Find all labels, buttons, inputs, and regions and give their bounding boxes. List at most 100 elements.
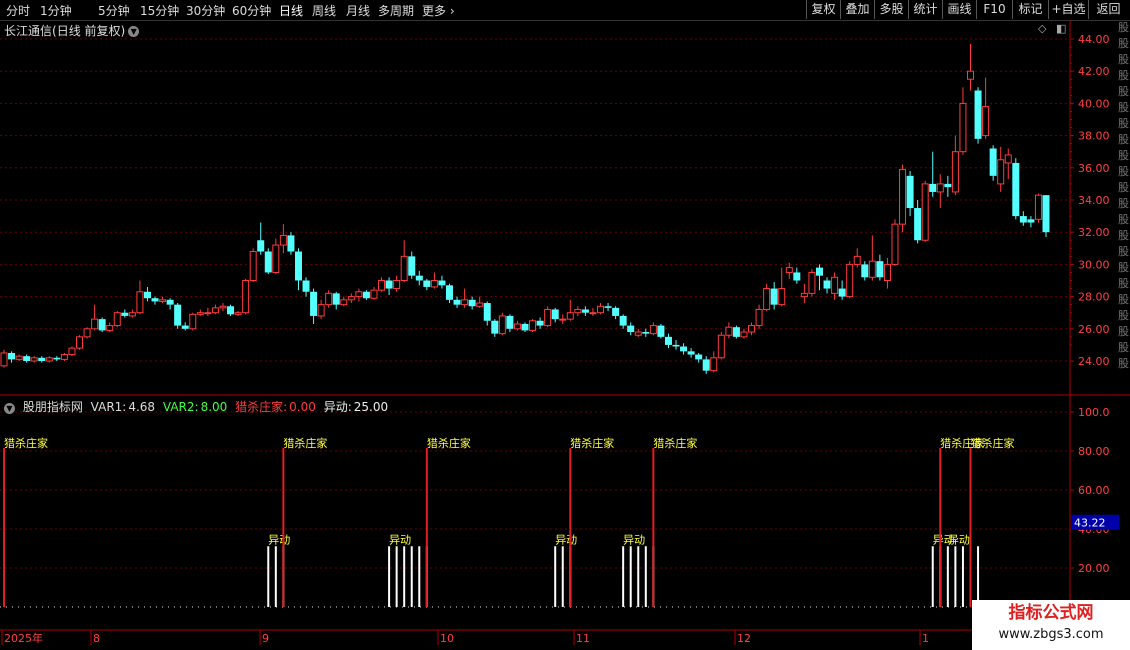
indicator-tick-label: 60.00	[1078, 484, 1110, 497]
panel-toggle-icon[interactable]: ◧	[1056, 22, 1066, 35]
candle-body-down	[695, 354, 703, 360]
date-label: 9	[262, 632, 269, 645]
candle-body-down	[121, 312, 129, 316]
candle-body-up	[899, 168, 907, 225]
lieshazhuangjia-label: 猎杀庄家	[970, 436, 1014, 450]
candle-body-down	[302, 280, 310, 292]
indicator-tick-label: 20.00	[1078, 562, 1110, 575]
candle-body-down	[174, 304, 182, 326]
price-tick-label: 34.00	[1078, 194, 1110, 207]
chevron-down-icon[interactable]: ▼	[4, 403, 15, 414]
candle-body-down	[1042, 195, 1050, 233]
candle-body-up	[589, 312, 597, 315]
candle-body-up	[68, 347, 76, 356]
candle-body-down	[627, 325, 635, 333]
var2-label: VAR2:	[162, 400, 199, 414]
candle-body-up	[800, 292, 808, 298]
watermark: 指标公式网 www.zbgs3.com	[972, 600, 1130, 650]
yidong-label: 异动:	[323, 400, 352, 414]
candle-body-up	[725, 326, 733, 336]
candle-body-up	[951, 151, 959, 193]
price-tick-label: 26.00	[1078, 323, 1110, 336]
candle-body-up	[159, 299, 167, 302]
candle-body-up	[340, 299, 348, 306]
candle-body-down	[53, 357, 61, 360]
candle-body-up	[498, 315, 506, 335]
candle-body-down	[619, 315, 627, 326]
candle-body-up	[868, 260, 876, 278]
candle-body-up	[740, 331, 748, 338]
yidong-label: 异动	[555, 533, 577, 546]
candle-body-down	[536, 320, 544, 326]
candle-body-up	[461, 299, 469, 306]
candle-body-down	[906, 175, 914, 209]
candle-body-up	[76, 336, 84, 349]
candle-body-down	[166, 299, 174, 305]
candle-body-up	[234, 312, 242, 315]
lieshazhuangjia-label: 猎杀庄家	[4, 436, 48, 450]
candle-body-up	[544, 308, 552, 327]
candle-body-down	[491, 320, 499, 334]
candle-body-down	[227, 306, 235, 315]
candle-body-up	[30, 357, 38, 362]
candle-body-up	[204, 312, 212, 315]
kline-chart: 44.00 42.00 40.00 38.00 36.00 34.00 32.00 30.00…	[0, 20, 1130, 645]
candle-body-up	[317, 304, 325, 317]
price-tick-label: 24.00	[1078, 355, 1110, 368]
var1-value: 4.68	[128, 400, 156, 414]
candle-body-down	[310, 291, 318, 316]
candle-body-down	[732, 327, 740, 337]
diamond-icon[interactable]: ◇	[1038, 22, 1046, 35]
candle-body-up	[1034, 194, 1042, 220]
candle-body-down	[657, 325, 665, 337]
candle-body-up	[717, 334, 725, 359]
watermark-title: 指标公式网	[1008, 603, 1094, 623]
candle-body-up	[279, 234, 287, 246]
candle-body-down	[642, 332, 650, 334]
candle-body-up	[959, 102, 967, 153]
candle-body-down	[521, 323, 529, 331]
candle-body-up	[785, 267, 793, 273]
chevron-down-icon[interactable]: ▼	[128, 26, 140, 37]
candle-body-up	[755, 308, 763, 327]
candle-body-up	[136, 291, 144, 314]
candle-body-down	[468, 299, 476, 307]
candle-body-up	[189, 313, 197, 330]
candle-body-up	[559, 318, 567, 321]
candle-body-down	[680, 346, 688, 352]
candle-body-up	[597, 305, 605, 314]
candle-body-up	[393, 280, 401, 290]
price-tick-label: 32.00	[1078, 226, 1110, 239]
candle-body-down	[294, 251, 302, 281]
candle-body-down	[23, 356, 31, 361]
side-info-strip: 股股股股股股股股股股股股股股股股股股股股股股	[1118, 21, 1129, 370]
candle-body-up	[853, 255, 861, 265]
candle-body-down	[423, 280, 431, 287]
candle-body-up	[763, 288, 771, 310]
date-label: 1	[922, 632, 929, 645]
date-label: 10	[440, 632, 454, 645]
candle-body-down	[385, 280, 393, 289]
candle-body-up	[106, 325, 114, 331]
lieshazhuangjia-label: 猎杀庄家	[283, 436, 327, 450]
candle-body-down	[1027, 219, 1035, 223]
candle-body-down	[838, 288, 846, 297]
candle-body-up	[513, 323, 521, 330]
yidong-label: 异动	[948, 533, 970, 546]
candle-body-down	[332, 293, 340, 305]
candle-body-down	[793, 272, 801, 281]
candle-body-up	[370, 289, 378, 299]
lieshazhuangjia-label: 猎杀庄家	[570, 436, 614, 450]
candle-body-down	[362, 291, 370, 299]
candle-body-up	[1004, 154, 1012, 164]
candle-body-down	[98, 319, 106, 331]
yidong-label: 异动	[389, 533, 411, 546]
stock-name: 长江通信	[4, 24, 53, 38]
candle-body-down	[1019, 216, 1027, 223]
candle-body-up	[883, 263, 891, 281]
candle-body-up	[113, 312, 121, 327]
indicator-name: 股朋指标网	[22, 400, 83, 414]
candle-body-down	[483, 303, 491, 321]
candle-body-down	[604, 306, 612, 308]
candle-body-down	[687, 351, 695, 355]
